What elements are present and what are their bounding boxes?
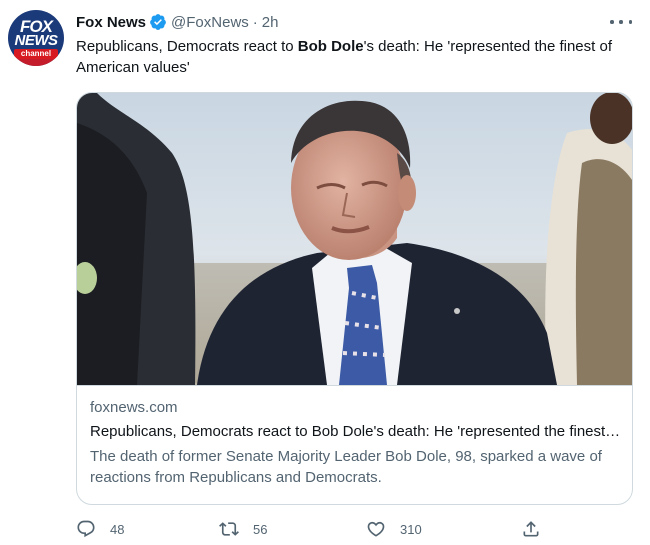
share-button[interactable] bbox=[521, 516, 555, 542]
link-card[interactable]: foxnews.com Republicans, Democrats react… bbox=[76, 92, 633, 505]
avatar-logo-channel: channel bbox=[14, 49, 58, 59]
reply-count: 48 bbox=[110, 521, 125, 537]
card-title: Republicans, Democrats react to Bob Dole… bbox=[90, 423, 624, 440]
avatar[interactable]: FOX NEWS channel bbox=[8, 10, 64, 66]
header-separator: · bbox=[252, 13, 258, 31]
reply-icon bbox=[77, 520, 95, 538]
like-count: 310 bbox=[400, 521, 422, 537]
more-dot bbox=[610, 20, 614, 24]
tweet-timestamp[interactable]: 2h bbox=[262, 14, 279, 31]
verified-badge-icon bbox=[150, 14, 166, 30]
retweet-button[interactable]: 56 bbox=[219, 516, 267, 542]
card-photo bbox=[77, 93, 632, 385]
tweet[interactable]: FOX NEWS channel Fox News @FoxNews · 2h … bbox=[0, 0, 650, 545]
author-name[interactable]: Fox News bbox=[76, 14, 146, 31]
tweet-header: Fox News @FoxNews · 2h bbox=[76, 11, 278, 33]
author-handle[interactable]: @FoxNews bbox=[171, 14, 249, 31]
retweet-count: 56 bbox=[253, 521, 268, 537]
card-domain: foxnews.com bbox=[90, 399, 178, 416]
retweet-icon bbox=[219, 522, 239, 536]
tweet-text-bold: Bob Dole bbox=[297, 38, 364, 55]
more-options-icon[interactable] bbox=[610, 14, 632, 30]
more-dot bbox=[628, 20, 632, 24]
tweet-text: Republicans, Democrats react to Bob Dole… bbox=[76, 36, 632, 78]
tweet-actions: 48 56 310 bbox=[76, 516, 556, 542]
reply-button[interactable]: 48 bbox=[76, 516, 124, 542]
card-meta[interactable]: foxnews.com Republicans, Democrats react… bbox=[77, 385, 632, 504]
heart-icon bbox=[367, 521, 385, 537]
more-dot bbox=[619, 20, 623, 24]
like-button[interactable]: 310 bbox=[366, 516, 422, 542]
tweet-text-part: Republicans, Democrats react to bbox=[76, 38, 298, 55]
share-icon bbox=[523, 521, 539, 537]
avatar-logo-news: NEWS bbox=[14, 32, 59, 49]
card-description: The death of former Senate Majority Lead… bbox=[90, 448, 602, 486]
card-image[interactable] bbox=[77, 93, 632, 385]
